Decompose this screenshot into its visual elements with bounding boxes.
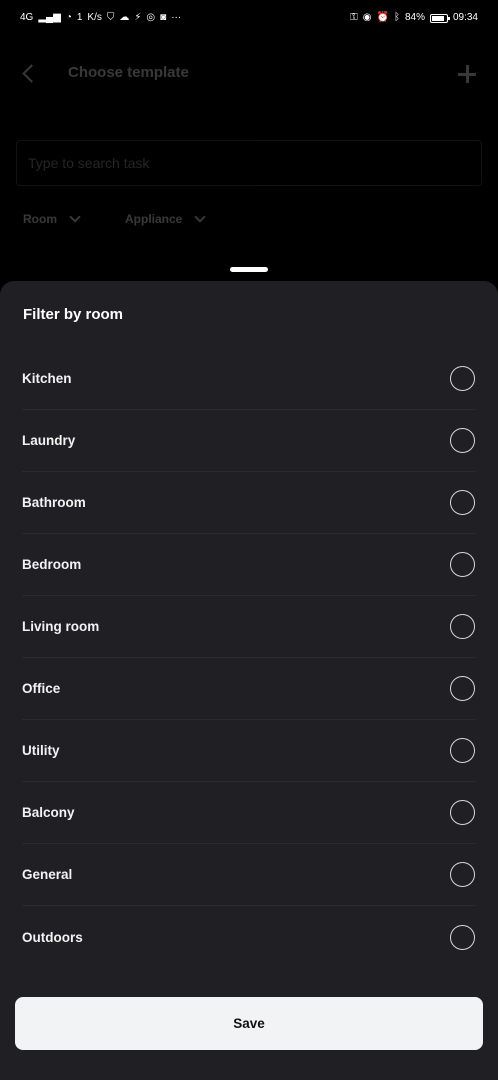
- status-right: ⚿ ◉ ⏰ ᛒ 84% 09:34: [350, 13, 478, 23]
- screen: 4G ▂▄▆ ◔ 1 K/s ⛉ ☁ ⚡ ◎ ◙ ··· ⚿ ◉ ⏰ ᛒ 84%…: [0, 0, 498, 1080]
- room-label: Living room: [22, 619, 100, 634]
- network-label: 4G: [20, 12, 34, 23]
- notification-icon: ◙: [160, 12, 167, 23]
- wifi-icon: ◔: [65, 12, 72, 23]
- room-option-bathroom[interactable]: Bathroom: [22, 472, 476, 534]
- chevron-down-icon: [69, 211, 81, 223]
- room-option-living-room[interactable]: Living room: [22, 596, 476, 658]
- radio-button[interactable]: [450, 676, 475, 701]
- speed-value: 1: [76, 12, 83, 23]
- room-option-general[interactable]: General: [22, 844, 476, 906]
- radio-button[interactable]: [450, 366, 475, 391]
- status-left: 4G ▂▄▆ ◔ 1 K/s ⛉ ☁ ⚡ ◎ ◙ ···: [20, 13, 181, 23]
- save-button[interactable]: Save: [15, 997, 483, 1050]
- sheet-drag-handle[interactable]: [230, 267, 268, 272]
- search-input[interactable]: Type to search task: [16, 140, 482, 186]
- room-list: Kitchen Laundry Bathroom Bedroom Living …: [0, 348, 498, 968]
- app-header: Choose template: [0, 56, 498, 92]
- radio-button[interactable]: [450, 924, 475, 950]
- more-icon: ···: [171, 12, 182, 23]
- room-label: Kitchen: [22, 371, 72, 386]
- speed-unit: K/s: [87, 12, 102, 23]
- battery-icon: [429, 13, 450, 23]
- radio-button[interactable]: [450, 490, 475, 515]
- radio-button[interactable]: [450, 800, 475, 825]
- room-option-office[interactable]: Office: [22, 658, 476, 720]
- badge-icon: ◎: [146, 12, 156, 23]
- filter-bottom-sheet: Filter by room Kitchen Laundry Bathroom …: [0, 281, 498, 1080]
- clock: 09:34: [452, 12, 478, 23]
- room-label: General: [22, 867, 73, 882]
- room-label: Balcony: [22, 805, 75, 820]
- room-label: Utility: [22, 743, 60, 758]
- alarm-icon: ⏰: [376, 12, 389, 23]
- appliance-filter-label: Appliance: [125, 212, 183, 226]
- room-option-balcony[interactable]: Balcony: [22, 782, 476, 844]
- key-icon: ⚿: [350, 12, 358, 23]
- room-label: Bathroom: [22, 495, 86, 510]
- bluetooth-icon: ᛒ: [393, 12, 400, 23]
- add-icon[interactable]: [456, 63, 478, 85]
- radio-button[interactable]: [450, 738, 475, 763]
- eye-icon: ◉: [362, 12, 372, 23]
- room-option-kitchen[interactable]: Kitchen: [22, 348, 476, 410]
- radio-button[interactable]: [450, 428, 475, 453]
- room-label: Bedroom: [22, 557, 82, 572]
- sheet-title: Filter by room: [23, 306, 124, 323]
- room-option-bedroom[interactable]: Bedroom: [22, 534, 476, 596]
- shield-icon: ⛉: [106, 12, 115, 23]
- battery-fill: [431, 15, 444, 21]
- battery-percent: 84%: [404, 12, 425, 23]
- room-filter-dropdown[interactable]: Room: [23, 211, 81, 226]
- status-bar: 4G ▂▄▆ ◔ 1 K/s ⛉ ☁ ⚡ ◎ ◙ ··· ⚿ ◉ ⏰ ᛒ 84%…: [0, 0, 498, 36]
- flash-icon: ⚡: [134, 12, 142, 23]
- signal-icon: ▂▄▆: [38, 12, 61, 23]
- room-label: Laundry: [22, 433, 76, 448]
- room-label: Outdoors: [22, 929, 83, 945]
- background-page: Choose template Type to search task Room…: [0, 36, 498, 286]
- room-option-laundry[interactable]: Laundry: [22, 410, 476, 472]
- appliance-filter-dropdown[interactable]: Appliance: [125, 211, 207, 226]
- radio-button[interactable]: [450, 552, 475, 577]
- radio-button[interactable]: [450, 862, 475, 887]
- radio-button[interactable]: [450, 614, 475, 639]
- back-arrow-icon[interactable]: [18, 62, 42, 86]
- room-option-outdoors[interactable]: Outdoors: [22, 906, 476, 968]
- room-option-utility[interactable]: Utility: [22, 720, 476, 782]
- cloud-icon: ☁: [119, 12, 130, 23]
- room-filter-label: Room: [23, 212, 57, 226]
- chevron-down-icon: [194, 211, 207, 223]
- room-label: Office: [22, 681, 61, 696]
- page-title: Choose template: [68, 64, 189, 81]
